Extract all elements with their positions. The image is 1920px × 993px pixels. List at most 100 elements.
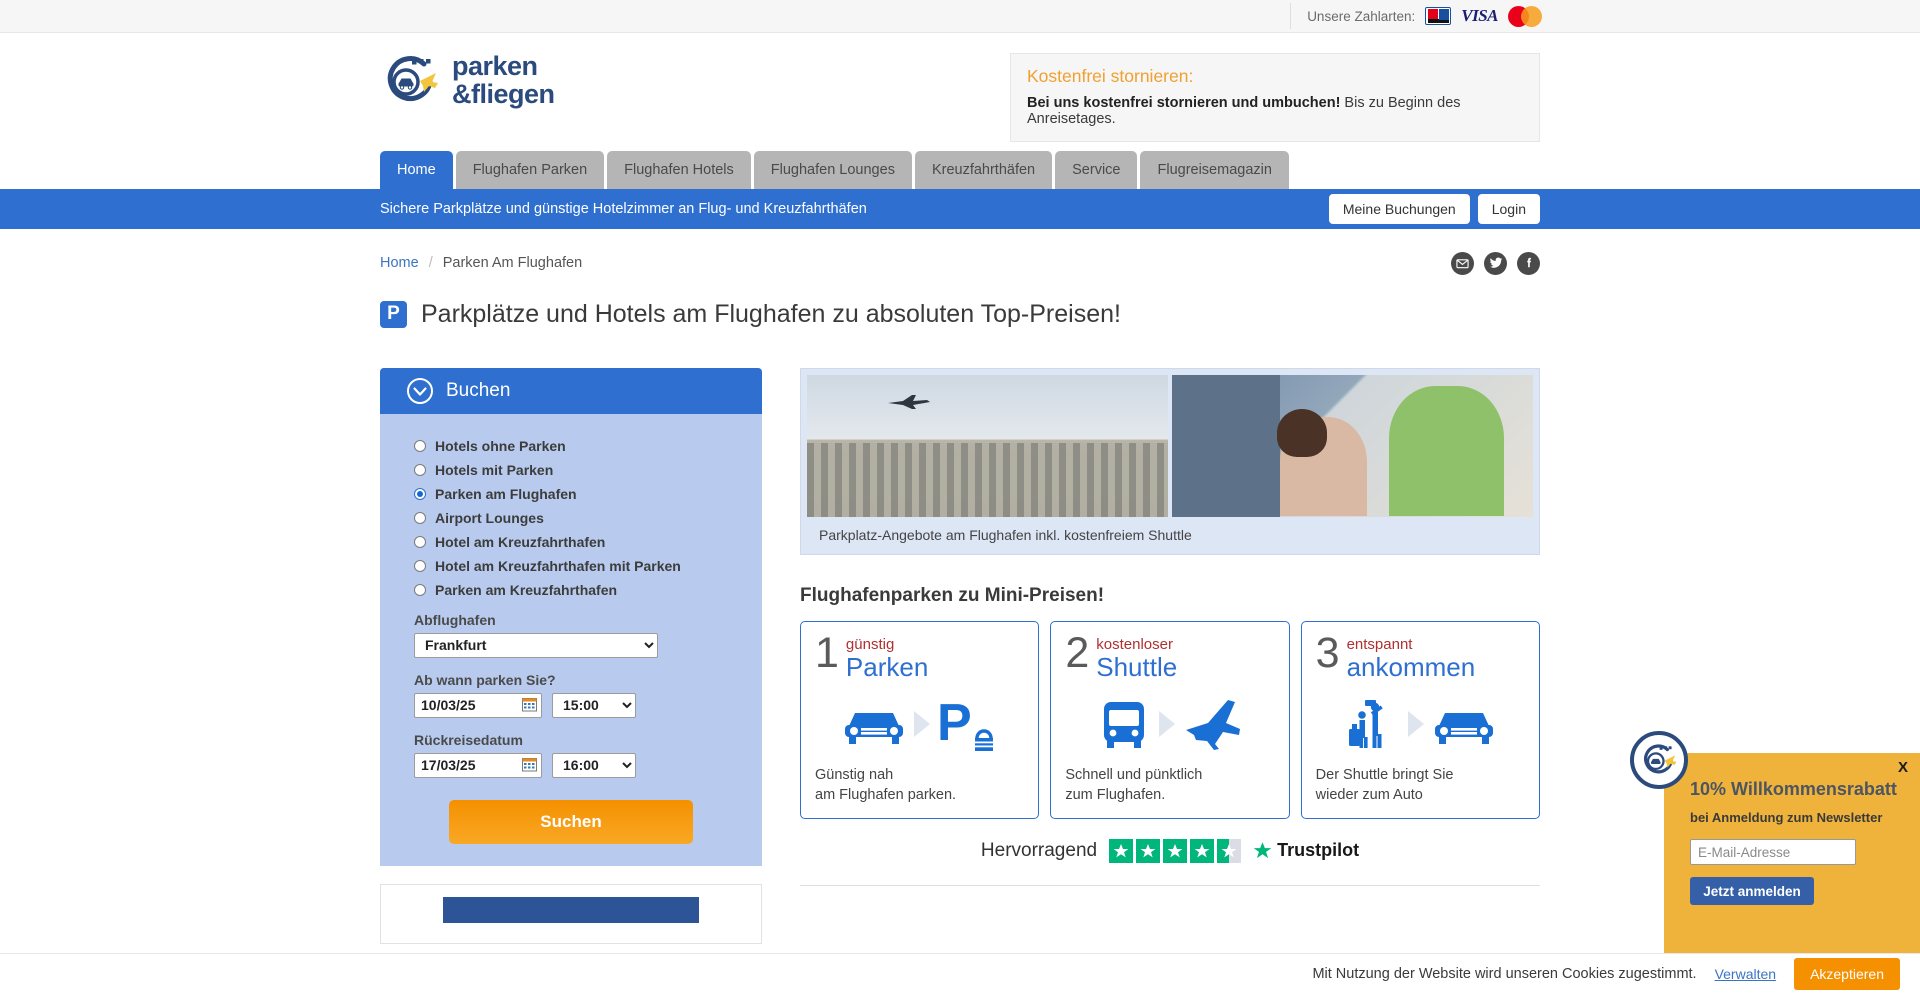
page-title-row: P Parkplätze und Hotels am Flughafen zu … (380, 283, 1540, 346)
benefit-card-shuttle: 2 kostenloser Shuttle Schnell und pünktl… (1050, 620, 1290, 819)
ec-karte-icon (1425, 7, 1452, 25)
booking-panel-header[interactable]: Buchen (380, 367, 762, 414)
radio-parken-am-kreuzfahrthafen[interactable]: Parken am Kreuzfahrthafen (414, 582, 728, 598)
start-date-field-label: Ab wann parken Sie? (414, 671, 556, 688)
return-date-field-label: Rückreisedatum (414, 731, 523, 748)
calendar-icon[interactable] (522, 697, 537, 712)
card-number: 2 (1065, 628, 1090, 677)
hero-banner: Parkplatz-Angebote am Flughafen inkl. ko… (800, 367, 1540, 555)
radio-hotels-ohne-parken[interactable]: Hotels ohne Parken (414, 438, 728, 454)
mastercard-icon (1508, 5, 1542, 27)
cookie-accept-button[interactable]: Akzeptieren (1794, 957, 1900, 990)
nav-tab-flughafen-parken[interactable]: Flughafen Parken (455, 151, 605, 189)
card-headings: günstig Parken (846, 634, 928, 681)
breadcrumb: Home / Parken Am Flughafen (380, 255, 582, 271)
site-logo-text: parken &fliegen (452, 53, 555, 108)
payment-methods-bar: Unsere Zahlarten: VISA (0, 0, 1920, 33)
start-date-row: 15:00 (414, 692, 728, 718)
travelers-icon (1349, 699, 1384, 748)
arrow-right-icon (1408, 710, 1425, 737)
radio-button[interactable] (414, 559, 426, 572)
newsletter-submit-button[interactable]: Jetzt anmelden (1690, 877, 1814, 905)
notice-heading: Kostenfrei stornieren: (1027, 66, 1194, 86)
close-icon[interactable]: X (1898, 759, 1908, 776)
return-time-select[interactable]: 16:00 (552, 752, 636, 778)
my-bookings-button[interactable]: Meine Buchungen (1328, 194, 1470, 224)
nav-tab-flughafen-lounges[interactable]: Flughafen Lounges (753, 151, 912, 189)
site-logo[interactable]: parken &fliegen (380, 51, 1000, 111)
parking-lock-icon: P (937, 694, 993, 752)
newsletter-email-input[interactable] (1690, 839, 1856, 865)
booking-form: Hotels ohne Parken Hotels mit Parken Par… (380, 414, 762, 844)
hero-image-shuttle-greeting (1172, 374, 1533, 517)
calendar-icon[interactable] (522, 757, 537, 772)
hero-images (807, 374, 1533, 517)
star-icon (1163, 838, 1188, 863)
main-columns: Buchen Hotels ohne Parken Hotels mit Par… (380, 367, 1540, 944)
content-column: Parkplatz-Angebote am Flughafen inkl. ko… (800, 367, 1540, 944)
hero-caption: Parkplatz-Angebote am Flughafen inkl. ko… (819, 526, 1192, 543)
radio-button[interactable] (414, 511, 426, 524)
cookie-manage-link[interactable]: Verwalten (1715, 966, 1776, 982)
logo-line-2: &fliegen (452, 79, 555, 109)
trustpilot-brand-name: Trustpilot (1277, 840, 1360, 860)
main-navigation: Home Flughafen Parken Flughafen Hotels F… (380, 151, 1540, 189)
return-date-wrapper (414, 752, 542, 778)
sidebar-secondary-card (380, 883, 762, 944)
breadcrumb-separator: / (428, 255, 433, 271)
radio-label: Hotel am Kreuzfahrthafen (435, 533, 606, 550)
card-headings: entspannt ankommen (1347, 634, 1476, 681)
radio-label: Parken am Kreuzfahrthafen (435, 581, 618, 598)
radio-hotel-am-kreuzfahrthafen[interactable]: Hotel am Kreuzfahrthafen (414, 534, 728, 550)
benefit-card-parken: 1 günstig Parken P Günstig nah am Flugha… (800, 620, 1040, 819)
content-divider (800, 884, 1540, 886)
airport-select[interactable]: Frankfurt (414, 632, 658, 658)
card-header: 3 entspannt ankommen (1316, 631, 1525, 681)
breadcrumb-home-link[interactable]: Home (380, 255, 419, 271)
trustpilot-brand: Trustpilot (1253, 840, 1359, 861)
email-icon[interactable] (1451, 251, 1474, 275)
card-kicker: entspannt (1346, 635, 1413, 653)
bus-icon (1103, 701, 1144, 748)
facebook-icon[interactable] (1517, 251, 1540, 275)
login-button[interactable]: Login (1477, 194, 1540, 224)
newsletter-subheading: bei Anmeldung zum Newsletter (1690, 810, 1883, 825)
nav-tab-kreuzfahrthaefen[interactable]: Kreuzfahrthäfen (914, 151, 1053, 189)
nav-tab-service[interactable]: Service (1055, 151, 1138, 189)
card-word: Shuttle (1096, 651, 1178, 682)
radio-hotel-am-kreuzfahrthafen-mit-parken[interactable]: Hotel am Kreuzfahrthafen mit Parken (414, 558, 728, 574)
radio-button[interactable] (414, 463, 426, 476)
nav-tab-home[interactable]: Home (380, 151, 453, 189)
benefits-cards: 1 günstig Parken P Günstig nah am Flugha… (800, 620, 1540, 819)
radio-button[interactable] (414, 583, 426, 596)
card-number: 1 (815, 628, 839, 677)
newsletter-heading: 10% Willkommensrabatt (1690, 779, 1897, 799)
card-icon-group (1065, 681, 1274, 767)
chevron-down-circle-icon (406, 377, 434, 405)
search-button[interactable]: Suchen (449, 799, 693, 844)
airport-field-label: Abflughafen (414, 611, 496, 628)
radio-airport-lounges[interactable]: Airport Lounges (414, 510, 728, 526)
card-header: 1 günstig Parken (815, 628, 1024, 681)
car-plane-circle-icon (1630, 731, 1688, 789)
nav-tab-flugreisemagazin[interactable]: Flugreisemagazin (1140, 151, 1289, 189)
card-footer-text: Günstig nah am Flughafen parken. (815, 767, 957, 803)
section-title: Flughafenparken zu Mini-Preisen! (800, 584, 1105, 606)
radio-button[interactable] (414, 439, 426, 452)
twitter-icon[interactable] (1484, 251, 1507, 275)
card-word: ankommen (1346, 651, 1476, 682)
booking-panel-title: Buchen (446, 379, 511, 401)
card-footer: Schnell und pünktlich zum Flughafen. (1065, 766, 1274, 805)
booking-panel: Buchen Hotels ohne Parken Hotels mit Par… (380, 367, 762, 866)
radio-button[interactable] (414, 535, 426, 548)
start-time-select[interactable]: 15:00 (552, 692, 636, 718)
trustpilot-rating: Hervorragend Trustpilot (800, 838, 1540, 863)
radio-button-selected[interactable] (414, 487, 426, 500)
notice-body: Bei uns kostenfrei stornieren und umbuch… (1027, 95, 1523, 127)
card-footer: Der Shuttle bringt Sie wieder zum Auto (1316, 766, 1525, 805)
card-kicker: günstig (845, 635, 895, 653)
radio-parken-am-flughafen[interactable]: Parken am Flughafen (414, 486, 728, 502)
trustpilot-stars (1109, 838, 1242, 863)
nav-tab-flughafen-hotels[interactable]: Flughafen Hotels (607, 151, 751, 189)
radio-hotels-mit-parken[interactable]: Hotels mit Parken (414, 462, 728, 478)
